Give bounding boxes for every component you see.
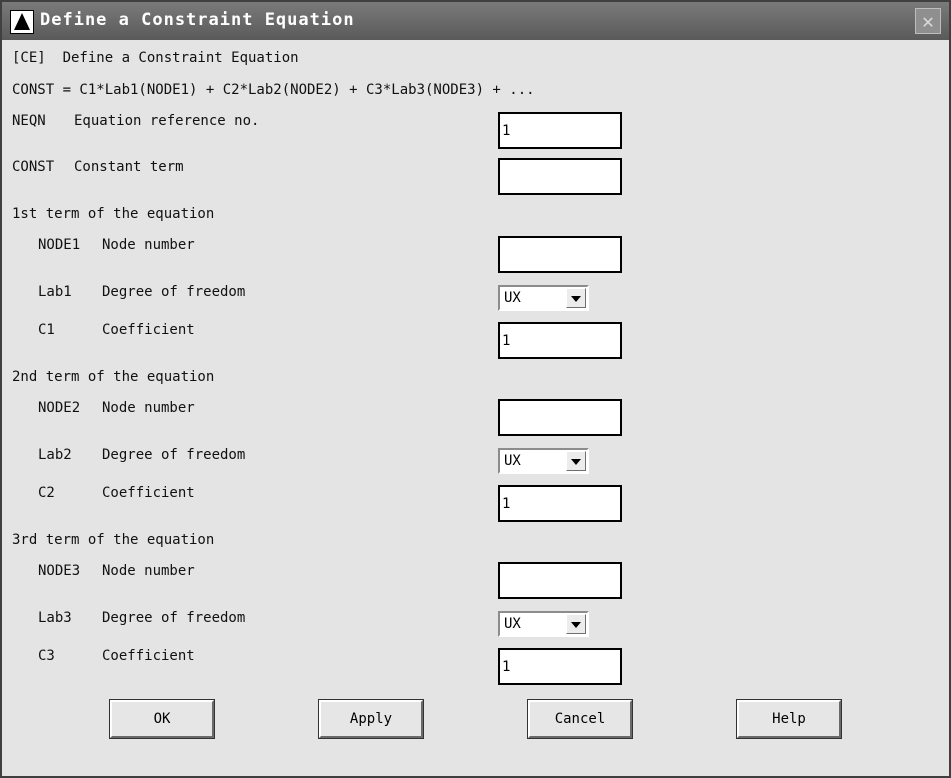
c3-key: C3: [38, 648, 55, 664]
node1-input[interactable]: [498, 236, 622, 273]
lab1-key: Lab1: [38, 284, 72, 300]
lab2-label: Degree of freedom: [102, 447, 246, 463]
lab2-dropdown[interactable]: UX: [498, 448, 589, 474]
c3-label: Coefficient: [102, 648, 195, 664]
const-key: CONST: [12, 159, 55, 175]
lab2-selected-value: UX: [504, 453, 521, 469]
cancel-button[interactable]: Cancel: [527, 699, 633, 739]
lab3-selected-value: UX: [504, 616, 521, 632]
apply-button[interactable]: Apply: [318, 699, 424, 739]
node2-input[interactable]: [498, 399, 622, 436]
term3-heading: 3rd term of the equation: [12, 532, 215, 548]
node3-key: NODE3: [38, 563, 81, 579]
lab3-key: Lab3: [38, 610, 72, 626]
dialog-window: Define a Constraint Equation ✕ [CE] Defi…: [0, 0, 951, 778]
chevron-down-icon[interactable]: [566, 451, 586, 471]
equation-formula: CONST = C1*Lab1(NODE1) + C2*Lab2(NODE2) …: [12, 82, 535, 98]
lab2-key: Lab2: [38, 447, 72, 463]
neqn-label: Equation reference no.: [74, 113, 260, 129]
c3-input[interactable]: [498, 648, 622, 685]
node1-label: Node number: [102, 237, 195, 253]
node2-key: NODE2: [38, 400, 81, 416]
term1-heading: 1st term of the equation: [12, 206, 215, 222]
c2-key: C2: [38, 485, 55, 501]
ansys-logo-icon: [10, 10, 34, 34]
c1-label: Coefficient: [102, 322, 195, 338]
node2-label: Node number: [102, 400, 195, 416]
ok-button[interactable]: OK: [109, 699, 215, 739]
const-label: Constant term: [74, 159, 184, 175]
close-icon[interactable]: ✕: [915, 8, 941, 34]
node1-key: NODE1: [38, 237, 81, 253]
c2-input[interactable]: [498, 485, 622, 522]
chevron-down-icon[interactable]: [566, 288, 586, 308]
neqn-input[interactable]: [498, 112, 622, 149]
const-input[interactable]: [498, 158, 622, 195]
neqn-key: NEQN: [12, 113, 46, 129]
dialog-header: [CE] Define a Constraint Equation: [12, 50, 299, 66]
chevron-down-icon[interactable]: [566, 614, 586, 634]
help-button[interactable]: Help: [736, 699, 842, 739]
term2-heading: 2nd term of the equation: [12, 369, 215, 385]
node3-label: Node number: [102, 563, 195, 579]
lab3-dropdown[interactable]: UX: [498, 611, 589, 637]
node3-input[interactable]: [498, 562, 622, 599]
lab1-label: Degree of freedom: [102, 284, 246, 300]
lab1-selected-value: UX: [504, 290, 521, 306]
window-title: Define a Constraint Equation: [40, 10, 355, 30]
title-bar[interactable]: Define a Constraint Equation ✕: [2, 2, 949, 40]
c2-label: Coefficient: [102, 485, 195, 501]
c1-input[interactable]: [498, 322, 622, 359]
lab3-label: Degree of freedom: [102, 610, 246, 626]
c1-key: C1: [38, 322, 55, 338]
lab1-dropdown[interactable]: UX: [498, 285, 589, 311]
